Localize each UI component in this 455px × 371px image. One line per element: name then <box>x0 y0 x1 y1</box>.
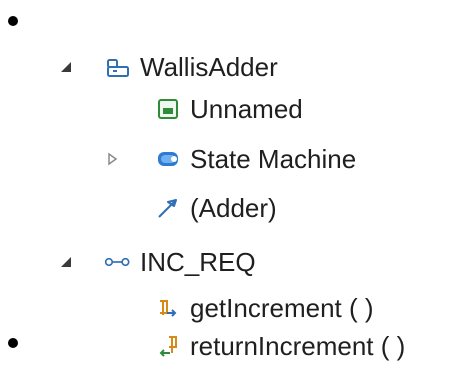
bullet-top <box>8 16 18 26</box>
tree-item-unnamed[interactable]: Unnamed <box>154 87 303 131</box>
interface-icon <box>104 248 132 276</box>
bullet-bottom <box>8 338 18 348</box>
expanded-arrow-icon[interactable] <box>58 254 74 270</box>
tree-item-label: Unnamed <box>190 94 303 124</box>
tree-item-state-machine[interactable]: State Machine <box>104 137 356 181</box>
tree-item-adder[interactable]: (Adder) <box>154 186 277 230</box>
collapsed-arrow-icon[interactable] <box>104 151 120 167</box>
tree-item-label: (Adder) <box>190 193 277 223</box>
tree-item-inc-req[interactable]: INC_REQ <box>58 240 256 284</box>
document-icon <box>154 95 182 123</box>
operation-in-icon <box>154 294 182 322</box>
expanded-arrow-icon[interactable] <box>58 59 74 75</box>
tree-item-label: getIncrement ( ) <box>190 293 374 323</box>
tree-item-label: State Machine <box>190 144 357 174</box>
generalization-arrow-icon <box>154 194 182 222</box>
tree-item-returnincrement[interactable]: returnIncrement ( ) <box>154 324 405 368</box>
operation-out-icon <box>154 332 182 360</box>
tree-item-label: INC_REQ <box>140 247 256 277</box>
tree-item-label: WallisAdder <box>140 52 278 82</box>
page: WallisAdder Unnamed State Machine (Adder… <box>0 0 455 371</box>
package-icon <box>104 53 132 81</box>
tree-item-wallisadder[interactable]: WallisAdder <box>58 45 278 89</box>
tree-item-label: returnIncrement ( ) <box>190 331 406 361</box>
state-machine-icon <box>154 145 182 173</box>
